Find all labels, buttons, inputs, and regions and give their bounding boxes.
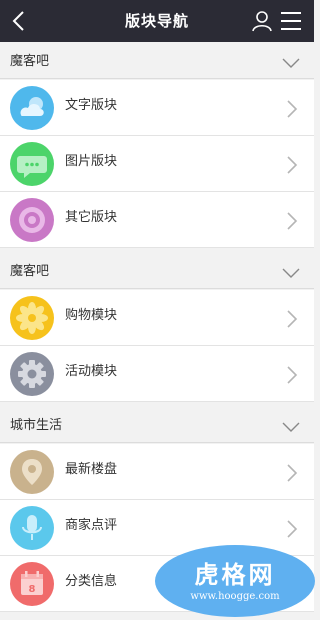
user-icon[interactable] [250,9,274,33]
watermark-title: 虎格网 [194,561,276,589]
watermark-url: www.hoogge.com [190,591,280,602]
section-title: 魔客吧 [10,264,50,279]
list-item-image-board[interactable]: 图片版块 [0,136,314,192]
chevron-right-icon [286,155,298,175]
chevron-right-icon [286,211,298,231]
flower-icon [10,296,54,340]
section-header[interactable]: 城市生活 [0,410,314,443]
microphone-icon [10,506,54,550]
chevron-right-icon [286,519,298,539]
watermark: 虎格网 www.hoogge.com [155,545,315,617]
chevron-down-icon[interactable] [282,267,300,279]
list-item-shopping-module[interactable]: 购物模块 [0,290,314,346]
gear-icon [10,352,54,396]
item-label: 其它版块 [65,210,118,225]
item-label: 最新楼盘 [65,462,118,477]
chevron-down-icon[interactable] [282,57,300,69]
list-item-activity-module[interactable]: 活动模块 [0,346,314,402]
item-label: 图片版块 [65,154,118,169]
section-title: 魔客吧 [10,54,50,69]
chevron-right-icon [286,99,298,119]
item-label: 活动模块 [65,364,118,379]
list-item-text-board[interactable]: 文字版块 [0,80,314,136]
menu-icon[interactable] [279,10,303,32]
ring-icon [10,198,54,242]
chevron-right-icon [286,463,298,483]
chevron-right-icon [286,365,298,385]
top-bar: 版块导航 [0,0,314,42]
item-label: 文字版块 [65,98,118,113]
calendar-icon: 8 [10,562,54,606]
section-title: 城市生活 [10,418,63,433]
cloud-icon [10,86,54,130]
section-header[interactable]: 魔客吧 [0,256,314,289]
item-label: 分类信息 [65,574,118,589]
list-item-new-properties[interactable]: 最新楼盘 [0,444,314,500]
chevron-right-icon [286,309,298,329]
list-item-other-board[interactable]: 其它版块 [0,192,314,248]
item-label: 购物模块 [65,308,118,323]
item-label: 商家点评 [65,518,118,533]
chevron-down-icon[interactable] [282,421,300,433]
svg-text:8: 8 [29,584,36,595]
section-header[interactable]: 魔客吧 [0,46,314,79]
chat-bubble-icon [10,142,54,186]
location-pin-icon [10,450,54,494]
